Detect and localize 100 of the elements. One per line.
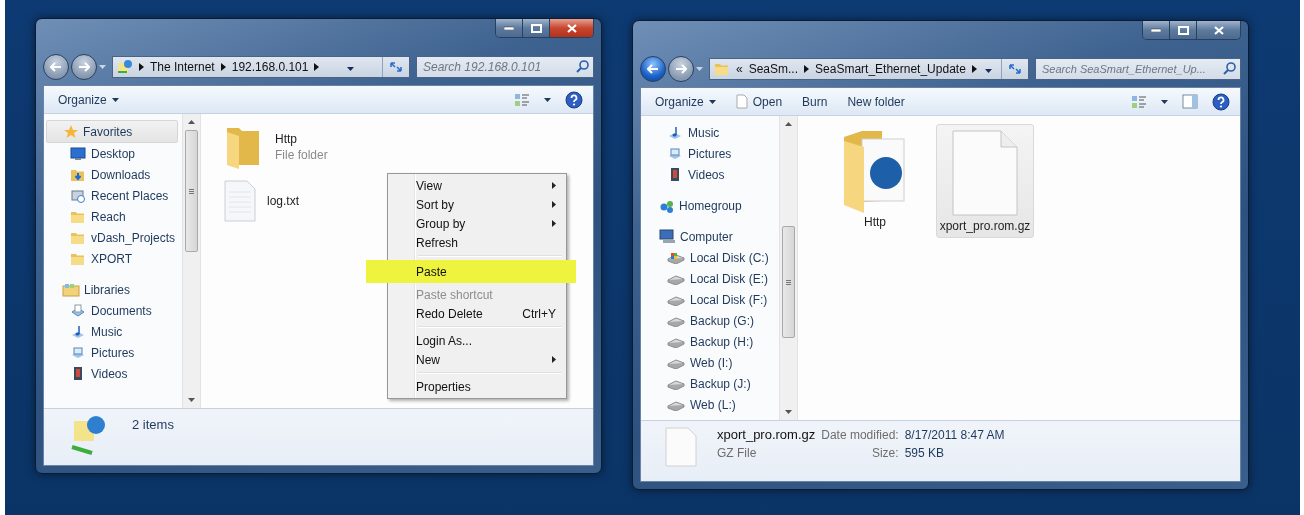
dropdown-caret-icon — [347, 67, 355, 71]
sidebar-item[interactable]: Pictures — [46, 342, 182, 363]
back-button[interactable] — [640, 56, 666, 82]
dropdown-caret-icon — [111, 97, 119, 102]
help-icon[interactable] — [1212, 92, 1230, 111]
menu-item[interactable]: Paste — [366, 260, 576, 283]
sidebar-header[interactable]: Favorites — [46, 120, 178, 143]
toolbar-button[interactable]: Burn — [802, 94, 828, 109]
scroll-down-arrow-icon[interactable] — [785, 410, 792, 414]
computer-icon — [659, 229, 676, 244]
toolbar-button[interactable]: New folder — [847, 94, 905, 109]
file-icon — [665, 427, 697, 467]
sidebar-item[interactable]: Recent Places — [46, 185, 182, 206]
drive-icon — [667, 272, 685, 285]
menu-item[interactable]: Properties — [390, 377, 564, 396]
refresh-arrows-icon — [389, 61, 403, 73]
file-type: File folder — [275, 148, 328, 162]
scroll-thumb[interactable] — [782, 226, 795, 338]
breadcrumb-item[interactable]: The Internet — [150, 60, 215, 74]
grip-icon — [189, 188, 194, 194]
file-item[interactable]: Http — [826, 124, 924, 238]
sidebar-item[interactable]: Local Disk (C:) — [643, 247, 779, 268]
sidebar-item[interactable]: Backup (H:) — [643, 331, 779, 352]
sidebar-item[interactable]: Desktop — [46, 143, 182, 164]
search-icon — [1223, 62, 1236, 75]
scroll-up-arrow-icon[interactable] — [785, 122, 792, 126]
scroll-down-arrow-icon[interactable] — [188, 398, 195, 402]
drive-icon — [667, 314, 685, 327]
sidebar-item[interactable]: Local Disk (F:) — [643, 289, 779, 310]
sidebar-item[interactable]: Pictures — [643, 143, 779, 164]
desktop-icon — [70, 146, 86, 161]
menu-item[interactable]: Redo Delete Ctrl+Y — [390, 304, 564, 323]
sidebar-item[interactable]: Local Disk (E:) — [643, 268, 779, 289]
maximize-button[interactable] — [1169, 21, 1196, 39]
drive-icon — [667, 293, 685, 306]
breadcrumb-item[interactable]: 192.168.0.101 — [231, 60, 309, 74]
back-button[interactable] — [43, 54, 69, 80]
sidebar-item[interactable]: Downloads — [46, 164, 182, 185]
close-button[interactable] — [1196, 21, 1240, 39]
scroll-up-arrow-icon[interactable] — [188, 120, 195, 124]
music-note-icon — [70, 323, 86, 340]
forward-button[interactable] — [71, 54, 97, 80]
network-location-icon — [117, 59, 133, 75]
close-icon — [566, 23, 577, 33]
forward-button[interactable] — [668, 56, 694, 82]
address-bar[interactable]: « SeaSm... SeaSmart_Ethernet_Update — [709, 58, 1029, 80]
sidebar-header[interactable]: Libraries — [46, 279, 182, 300]
history-caret-icon[interactable] — [99, 65, 106, 69]
refresh-arrows-icon — [1008, 63, 1022, 75]
menu-item[interactable]: New — [390, 350, 564, 369]
detail-label: Date modified: — [821, 428, 899, 442]
menu-item[interactable]: Refresh — [390, 233, 564, 252]
back-arrow-icon — [647, 64, 659, 74]
sidebar-item[interactable]: XPORT — [46, 248, 182, 269]
breadcrumb-item[interactable]: SeaSmart_Ethernet_Update — [815, 62, 966, 76]
sidebar-item[interactable]: Music — [643, 122, 779, 143]
chevron-icon — [314, 63, 320, 71]
sidebar-header[interactable]: Computer — [643, 226, 779, 247]
sidebar-header[interactable]: Homegroup — [643, 195, 779, 216]
search-field[interactable]: Search SeaSmart_Ethernet_Up... — [1035, 58, 1241, 80]
search-field[interactable]: Search 192.168.0.101 — [416, 56, 594, 78]
address-bar[interactable]: The Internet 192.168.0.101 — [112, 56, 410, 78]
menu-button[interactable]: Organize — [655, 94, 716, 109]
sidebar-item[interactable]: Web (L:) — [643, 394, 779, 415]
dropdown-caret-icon — [1161, 99, 1168, 104]
chevron-icon — [220, 63, 226, 71]
help-icon[interactable] — [565, 90, 583, 109]
sidebar-item[interactable]: Documents — [46, 300, 182, 321]
menu-item[interactable]: Login As... — [390, 331, 564, 350]
file-name: log.txt — [267, 194, 299, 208]
sidebar-item[interactable]: Reach — [46, 206, 182, 227]
dropdown-caret-icon — [708, 99, 716, 104]
sidebar-item[interactable]: Music — [46, 321, 182, 342]
sidebar-item[interactable]: Videos — [46, 363, 182, 384]
menu-button[interactable]: Organize — [58, 92, 119, 107]
file-name: xport_pro.rom.gz — [939, 219, 1031, 233]
sidebar-item[interactable]: vDash_Projects — [46, 227, 182, 248]
scroll-thumb[interactable] — [185, 130, 198, 252]
system-drive-icon — [667, 251, 685, 264]
file-icon — [951, 129, 1019, 217]
documents-icon — [70, 302, 86, 319]
toolbar-button[interactable]: Open — [735, 94, 783, 109]
breadcrumb-item[interactable]: SeaSm... — [748, 62, 799, 76]
file-item[interactable]: xport_pro.rom.gz — [936, 124, 1034, 238]
scrollbar[interactable] — [182, 114, 201, 408]
sidebar-item[interactable]: Web (I:) — [643, 352, 779, 373]
breadcrumb-overflow[interactable]: « — [736, 62, 743, 76]
sidebar-item[interactable]: Backup (G:) — [643, 310, 779, 331]
close-button[interactable] — [549, 19, 593, 37]
recent-places-icon — [70, 187, 86, 204]
history-caret-icon[interactable] — [696, 67, 703, 71]
scrollbar[interactable] — [779, 116, 798, 420]
sidebar-item[interactable]: Videos — [643, 164, 779, 185]
pictures-icon — [70, 344, 86, 361]
sidebar-item[interactable]: Backup (J:) — [643, 373, 779, 394]
item-count: 2 items — [132, 417, 174, 432]
dropdown-caret-icon — [544, 97, 551, 102]
file-tile[interactable]: Http File folder — [223, 124, 403, 170]
maximize-button[interactable] — [522, 19, 549, 37]
text-file-icon — [223, 180, 257, 222]
